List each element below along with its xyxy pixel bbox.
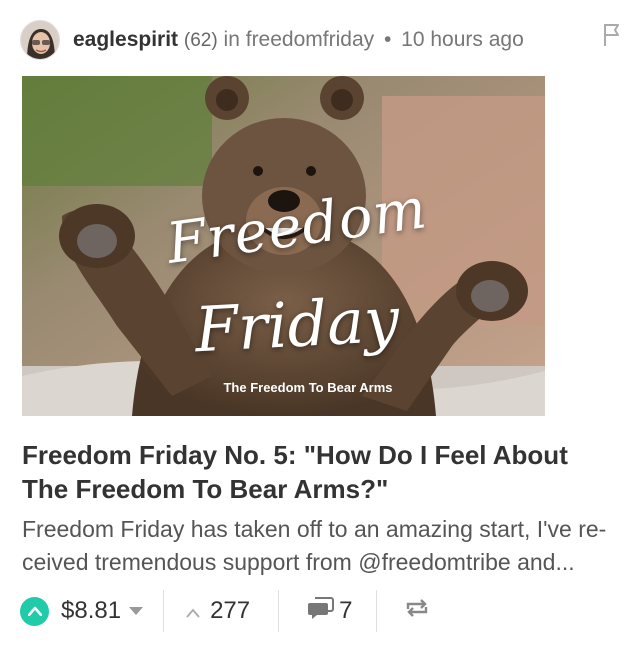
comments-number: 7 xyxy=(339,597,353,624)
author-link[interactable]: eaglespirit xyxy=(73,28,178,51)
divider xyxy=(376,590,378,632)
post-actions: $8.81 277 7 xyxy=(20,590,630,632)
votes-number: 277 xyxy=(210,597,251,624)
divider xyxy=(278,590,280,632)
post-image[interactable]: Freedom Friday The Freedom To Bear Arms xyxy=(22,76,545,416)
image-caption: The Freedom To Bear Arms xyxy=(223,380,393,395)
resteem-icon[interactable] xyxy=(405,597,429,626)
flag-icon[interactable] xyxy=(602,22,622,48)
post-meta: eaglespirit (62) in freedomfriday • 10 h… xyxy=(73,26,524,55)
chevron-up-icon xyxy=(186,597,200,625)
avatar[interactable] xyxy=(20,20,60,60)
in-label: in xyxy=(223,27,240,51)
meta-separator: • xyxy=(383,27,392,51)
votes-count[interactable]: 277 xyxy=(186,597,250,625)
comment-icon xyxy=(307,596,335,627)
post-header: eaglespirit (62) in freedomfriday • 10 h… xyxy=(20,18,630,62)
comments-count[interactable]: 7 xyxy=(307,596,352,627)
payout-dropdown-icon[interactable] xyxy=(129,607,144,615)
payout-amount[interactable]: $8.81 xyxy=(61,597,121,625)
author-reputation: (62) xyxy=(183,29,218,51)
post-title[interactable]: Freedom Friday No. 5: "How Do I Feel Abo… xyxy=(22,438,620,506)
image-title-friday: Friday xyxy=(193,282,401,367)
community-link[interactable]: freedomfriday xyxy=(246,28,374,51)
post-summary[interactable]: Freedom Friday has taken off to an amazi… xyxy=(22,513,622,579)
divider xyxy=(163,590,165,632)
upvote-icon[interactable] xyxy=(20,596,49,626)
post-time[interactable]: 10 hours ago xyxy=(401,28,524,51)
